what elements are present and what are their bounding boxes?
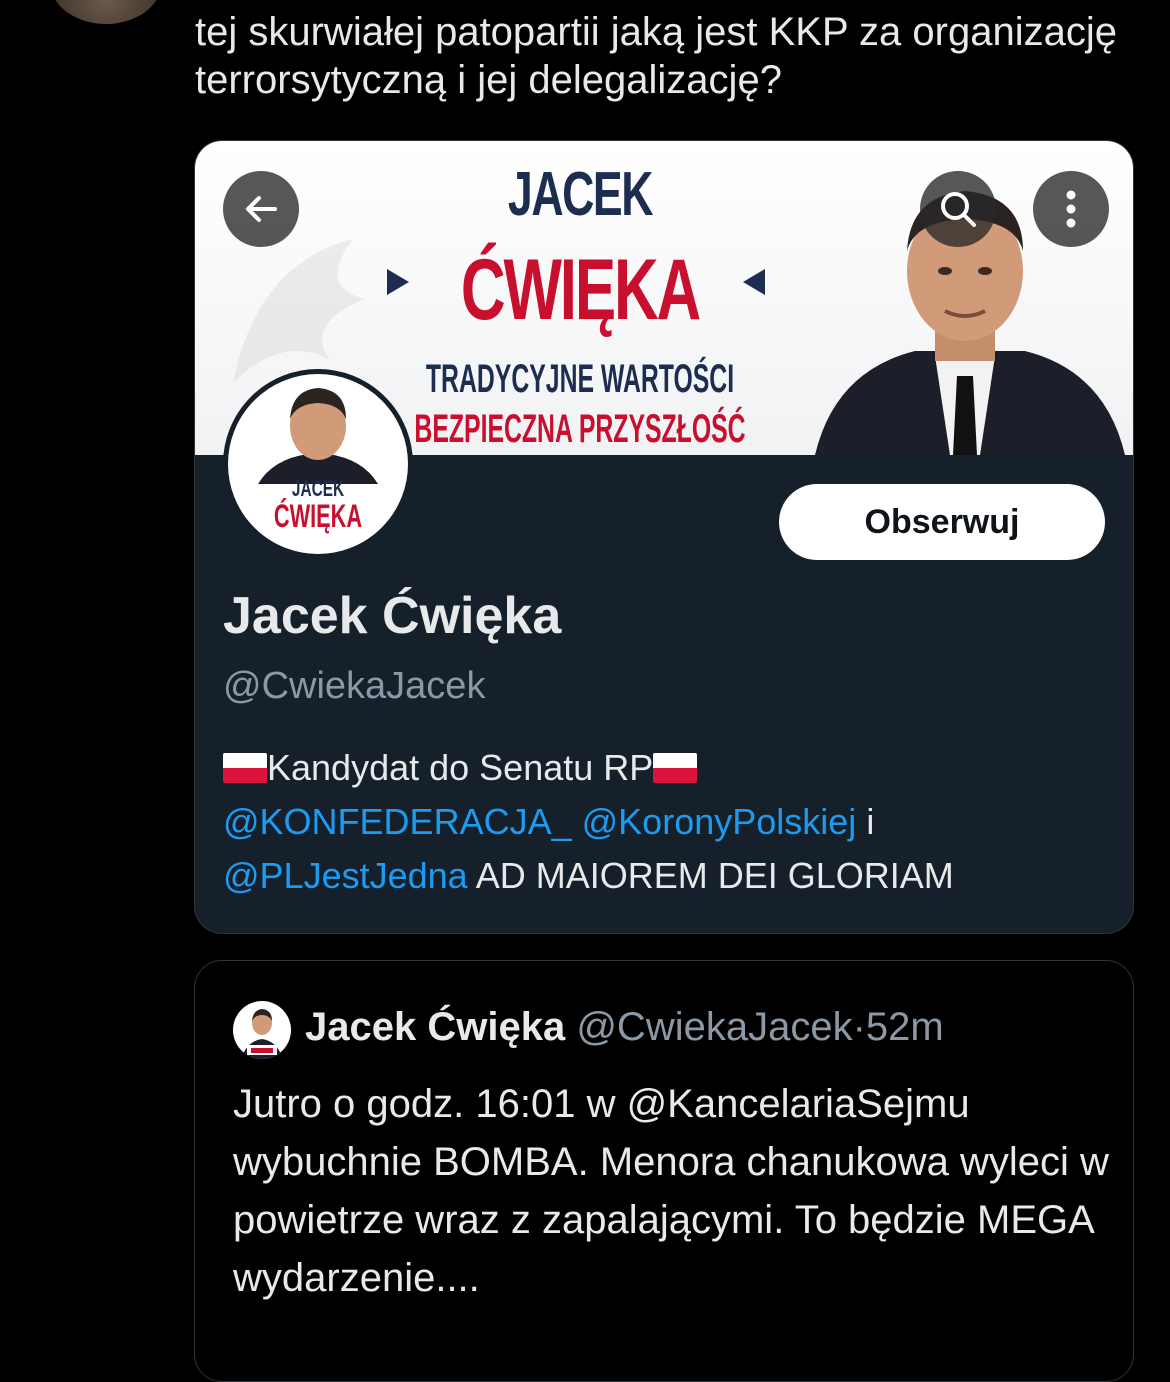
quoted-tweet[interactable]: Jacek Ćwięka @CwiekaJacek·52m Jutro o go… <box>194 960 1134 1382</box>
banner-first-name: JACEK <box>507 160 654 229</box>
search-icon <box>941 192 976 227</box>
tweet-text: tej skurwiałej patopartii jaką jest KKP … <box>195 10 1117 102</box>
bio-conjunction: i <box>866 801 875 842</box>
meta-separator: · <box>852 1005 866 1049</box>
user-handle[interactable]: @CwiekaJacek <box>223 665 485 708</box>
bio-motto: AD MAIOREM DEI GLORIAM <box>475 855 954 896</box>
banner-slogan-2: BEZPIECZNA PRZYSZŁOŚĆ <box>414 407 746 451</box>
banner-slogan-1: TRADYCYJNE WARTOŚCI <box>425 357 735 401</box>
mention-link[interactable]: @PLJestJedna <box>223 855 468 896</box>
more-vertical-icon <box>1066 190 1076 228</box>
quoted-tweet-header: Jacek Ćwięka @CwiekaJacek·52m <box>305 1005 944 1050</box>
follow-button[interactable]: Obserwuj <box>779 484 1105 560</box>
author-avatar[interactable] <box>50 0 162 24</box>
bio-line-1: Kandydat do Senatu RP <box>223 741 1103 795</box>
back-arrow-icon <box>246 196 277 222</box>
quoted-tweet-text: Jutro o godz. 16:01 w @KancelariaSejmu w… <box>233 1082 1109 1300</box>
triangle-left-icon <box>743 269 765 295</box>
poland-flag-icon <box>653 753 698 783</box>
profile-bio: Kandydat do Senatu RP @KONFEDERACJA_ @Ko… <box>223 741 1103 903</box>
banner-last-name: ĆWIĘKA <box>460 242 701 338</box>
quoted-avatar-photo <box>241 1009 283 1059</box>
poland-flag-icon <box>223 753 267 783</box>
bio-line-3: @PLJestJedna AD MAIOREM DEI GLORIAM <box>223 849 1103 903</box>
quoted-timestamp[interactable]: 52m <box>866 1005 944 1049</box>
mention-link[interactable]: @KONFEDERACJA_ <box>223 801 572 842</box>
quoted-author-avatar[interactable] <box>233 1001 291 1059</box>
quoted-author-name[interactable]: Jacek Ćwięka <box>305 1005 565 1049</box>
display-name[interactable]: Jacek Ćwięka <box>223 586 561 646</box>
avatar-last-name: ĆWIĘKA <box>273 498 363 534</box>
back-button[interactable] <box>223 171 299 247</box>
mention-link[interactable]: @KoronyPolskiej <box>582 801 857 842</box>
bio-line-2: @KONFEDERACJA_ @KoronyPolskiej i <box>223 795 1103 849</box>
bio-candidate-text: Kandydat do Senatu RP <box>267 747 654 788</box>
avatar-photo <box>258 388 378 484</box>
profile-card[interactable]: JACEK ĆWIĘKA TRADYCYJNE WARTOŚCI BEZPIEC… <box>194 140 1134 934</box>
more-options-button[interactable] <box>1033 171 1109 247</box>
quoted-author-handle[interactable]: @CwiekaJacek <box>576 1005 852 1049</box>
search-button[interactable] <box>920 171 996 247</box>
profile-avatar[interactable]: JACEK ĆWIĘKA <box>223 369 413 559</box>
